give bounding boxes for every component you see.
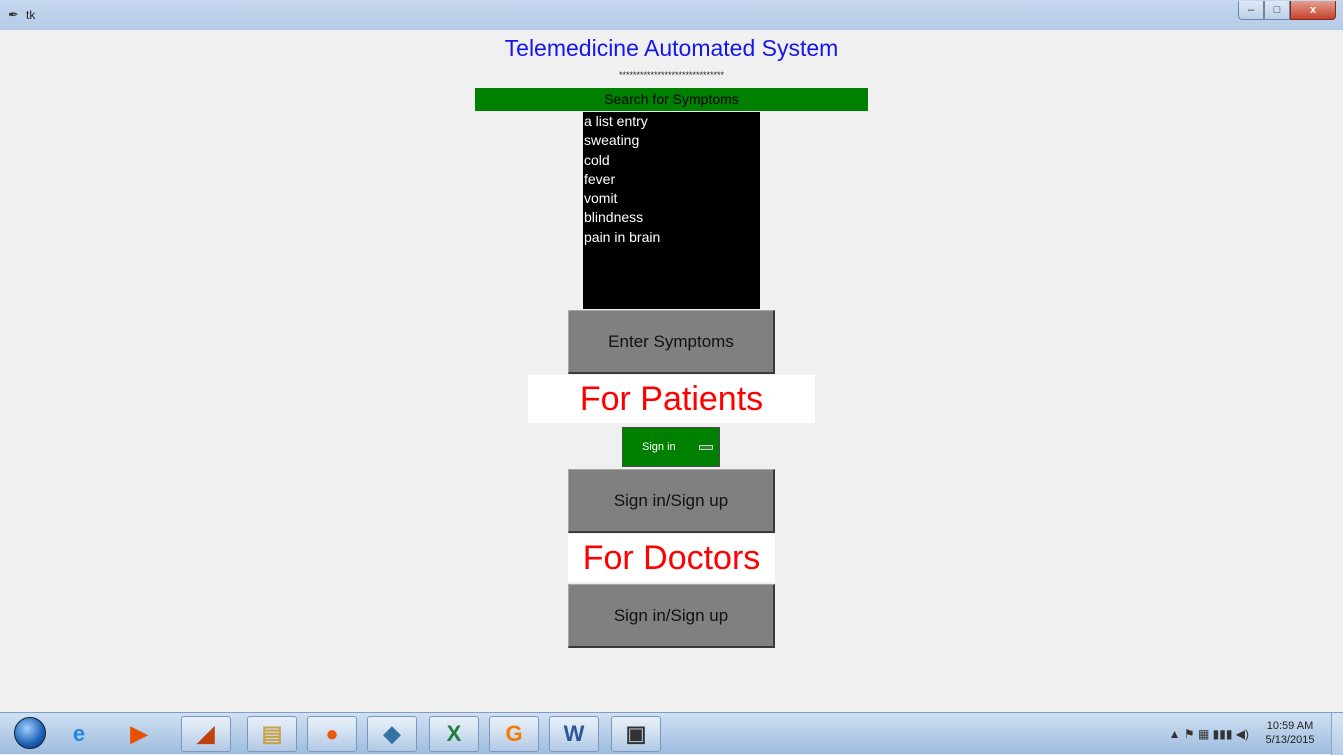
firefox-icon[interactable]: ● (307, 716, 357, 752)
window-title-bar[interactable]: ✒ tk – □ x (0, 0, 1343, 30)
tray-icons[interactable]: ▲ ⚑ ▦ ▮▮▮ ◀) (1169, 727, 1249, 741)
list-item[interactable]: vomit (583, 189, 760, 208)
signin-option-menu[interactable]: Sign in (622, 427, 720, 467)
matlab-icon[interactable]: ◢ (181, 716, 231, 752)
signin-menu-label: Sign in (642, 441, 676, 453)
for-doctors-label: For Doctors (568, 534, 775, 582)
pdf-icon[interactable]: G (489, 716, 539, 752)
minimize-button[interactable]: – (1238, 1, 1264, 20)
taskbar: e ▶ ◢ ▤ ● ◆ X G W ▣ ▲ ⚑ ▦ ▮▮▮ ◀) 10:59 AM 5/13/20… (0, 712, 1343, 755)
show-desktop-button[interactable] (1331, 713, 1343, 755)
symptom-listbox[interactable]: a list entry sweating cold fever vomit b… (583, 112, 760, 309)
maximize-button[interactable]: □ (1264, 1, 1290, 20)
list-item[interactable]: blindness (583, 208, 760, 227)
clock-date: 5/13/2015 (1265, 734, 1315, 746)
option-menu-indicator-icon (699, 445, 713, 450)
clock-time: 10:59 AM (1266, 720, 1314, 732)
for-patients-label: For Patients (528, 375, 815, 423)
start-button[interactable] (14, 717, 46, 749)
python-icon[interactable]: ◆ (367, 716, 417, 752)
media-player-icon[interactable]: ▶ (117, 716, 161, 752)
window-title: tk (26, 8, 36, 22)
patients-signin-signup-button[interactable]: Sign in/Sign up (568, 469, 775, 533)
window-controls: – □ x (1238, 1, 1336, 20)
search-symptoms-label: Search for Symptoms (475, 88, 868, 111)
heading-separator: ****************************** (618, 70, 725, 80)
doctors-signin-signup-button[interactable]: Sign in/Sign up (568, 584, 775, 648)
internet-explorer-icon[interactable]: e (57, 716, 101, 752)
window-icon[interactable]: ▣ (611, 716, 661, 752)
excel-icon[interactable]: X (429, 716, 479, 752)
list-item[interactable]: cold (583, 151, 760, 170)
list-item[interactable]: sweating (583, 131, 760, 150)
close-button[interactable]: x (1290, 1, 1336, 20)
list-item[interactable]: pain in brain (583, 228, 760, 247)
list-item[interactable]: a list entry (583, 112, 760, 131)
file-explorer-icon[interactable]: ▤ (247, 716, 297, 752)
enter-symptoms-button[interactable]: Enter Symptoms (568, 310, 775, 374)
clock[interactable]: 10:59 AM 5/13/2015 (1259, 719, 1321, 747)
app-heading: Telemedicine Automated System (504, 35, 839, 61)
tk-feather-icon: ✒ (8, 7, 19, 22)
word-icon[interactable]: W (549, 716, 599, 752)
list-item[interactable]: fever (583, 170, 760, 189)
